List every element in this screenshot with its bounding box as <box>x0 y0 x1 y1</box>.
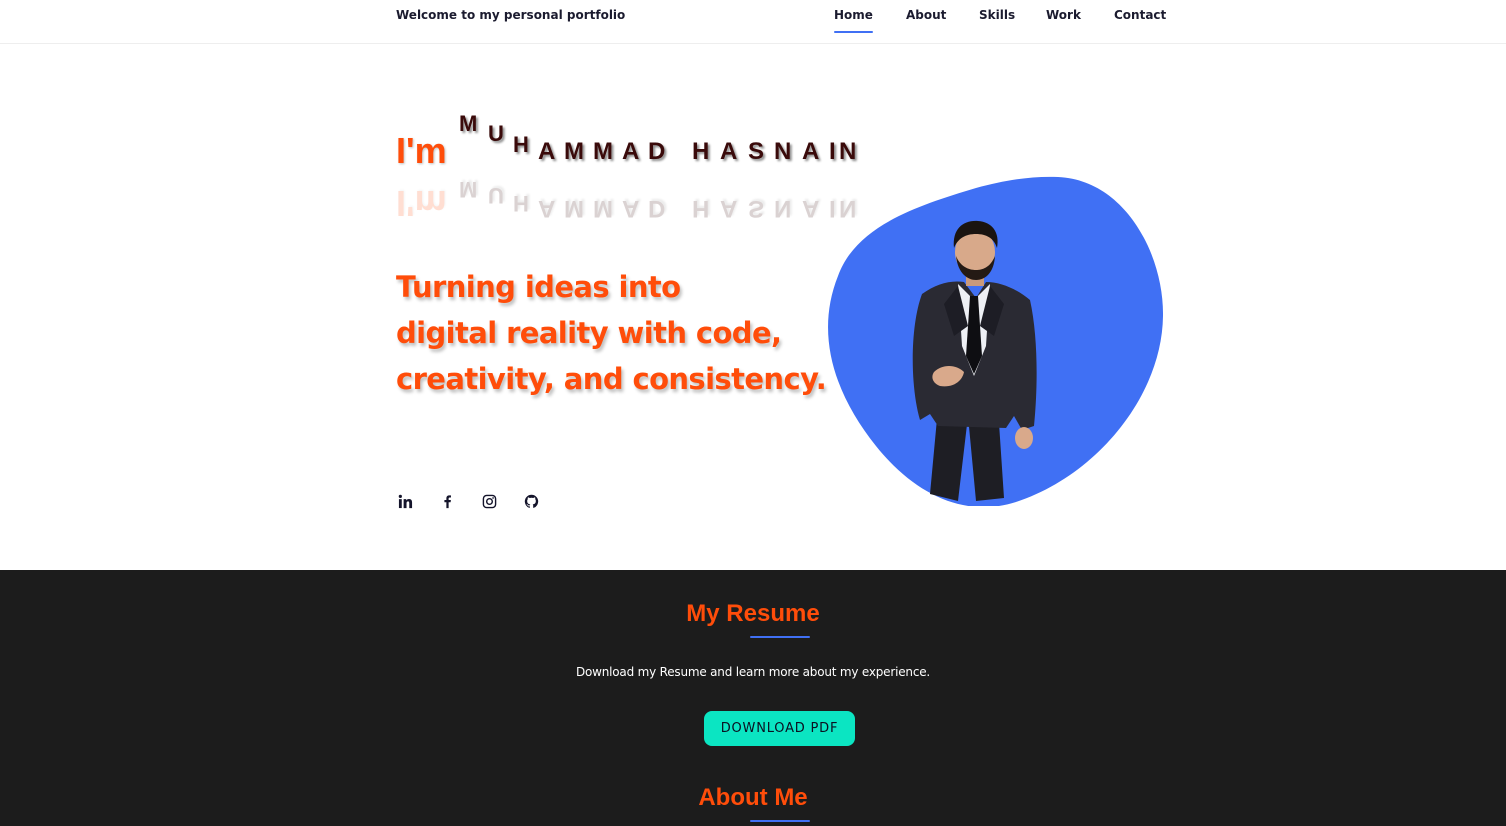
intro-text-reflection: I'm <box>396 183 447 224</box>
name-letter: A <box>622 138 640 165</box>
name-letter: M <box>564 138 584 165</box>
name-letter: M <box>459 111 478 136</box>
name-letter: A <box>802 138 820 165</box>
facebook-icon[interactable] <box>438 492 456 510</box>
hero-tagline: Turning ideas into digital reality with … <box>396 264 856 402</box>
intro-text: I'm <box>396 130 447 171</box>
profile-image <box>826 176 1164 508</box>
site-header: Welcome to my personal portfolio Home Ab… <box>0 0 1506 44</box>
nav-work[interactable]: Work <box>1046 8 1081 22</box>
nav-about[interactable]: About <box>906 8 946 22</box>
resume-title: My Resume <box>686 600 820 627</box>
tagline-line: creativity, and consistency. <box>396 362 827 396</box>
about-title: About Me <box>698 784 808 811</box>
name-letter: U <box>488 121 504 146</box>
name-letter-reflection: A <box>622 195 640 222</box>
github-icon[interactable] <box>522 492 540 510</box>
name-letter: A <box>720 138 738 165</box>
name-letter-reflection: N <box>774 195 792 222</box>
name-letter: N <box>839 138 857 165</box>
name-letter: H <box>692 138 710 165</box>
name-letter-reflection: A <box>538 195 556 222</box>
resume-description: Download my Resume and learn more about … <box>575 665 931 679</box>
tagline-line: digital reality with code, <box>396 316 782 350</box>
name-letter-reflection: A <box>802 195 820 222</box>
nav-skills[interactable]: Skills <box>979 8 1015 22</box>
name-letter-reflection: M <box>593 195 613 222</box>
instagram-icon[interactable] <box>480 492 498 510</box>
name-letter-reflection: M <box>459 177 478 202</box>
resume-section: My Resume Download my Resume and learn m… <box>0 570 1506 826</box>
name-letter-reflection: A <box>720 195 738 222</box>
download-pdf-button[interactable]: DOWNLOAD PDF <box>704 711 855 746</box>
name-letter: D <box>648 138 666 165</box>
tagline-line: Turning ideas into <box>396 270 681 304</box>
linkedin-icon[interactable] <box>396 492 414 510</box>
name-letter: S <box>748 138 765 165</box>
social-links <box>396 492 556 512</box>
name-letter-reflection: H <box>692 195 710 222</box>
name-letter: H <box>513 132 529 157</box>
hero-section: I'm M U H A M M A D H A S N A I N I'm M … <box>0 44 1506 570</box>
about-title-underline <box>750 820 810 822</box>
nav-contact[interactable]: Contact <box>1114 8 1166 22</box>
main-nav: Home About Skills Work Contact <box>0 8 1506 38</box>
name-letter-reflection: M <box>564 195 584 222</box>
name-letter: M <box>593 138 613 165</box>
nav-home[interactable]: Home <box>834 8 873 33</box>
name-letter: A <box>538 138 556 165</box>
name-letter: I <box>829 138 836 165</box>
name-letter-reflection: D <box>648 195 666 222</box>
name-letter-reflection: H <box>513 191 529 216</box>
name-letter-reflection: S <box>748 195 765 222</box>
resume-title-underline <box>750 636 810 638</box>
name-letter-reflection: U <box>488 183 504 208</box>
name-letter: N <box>774 138 792 165</box>
